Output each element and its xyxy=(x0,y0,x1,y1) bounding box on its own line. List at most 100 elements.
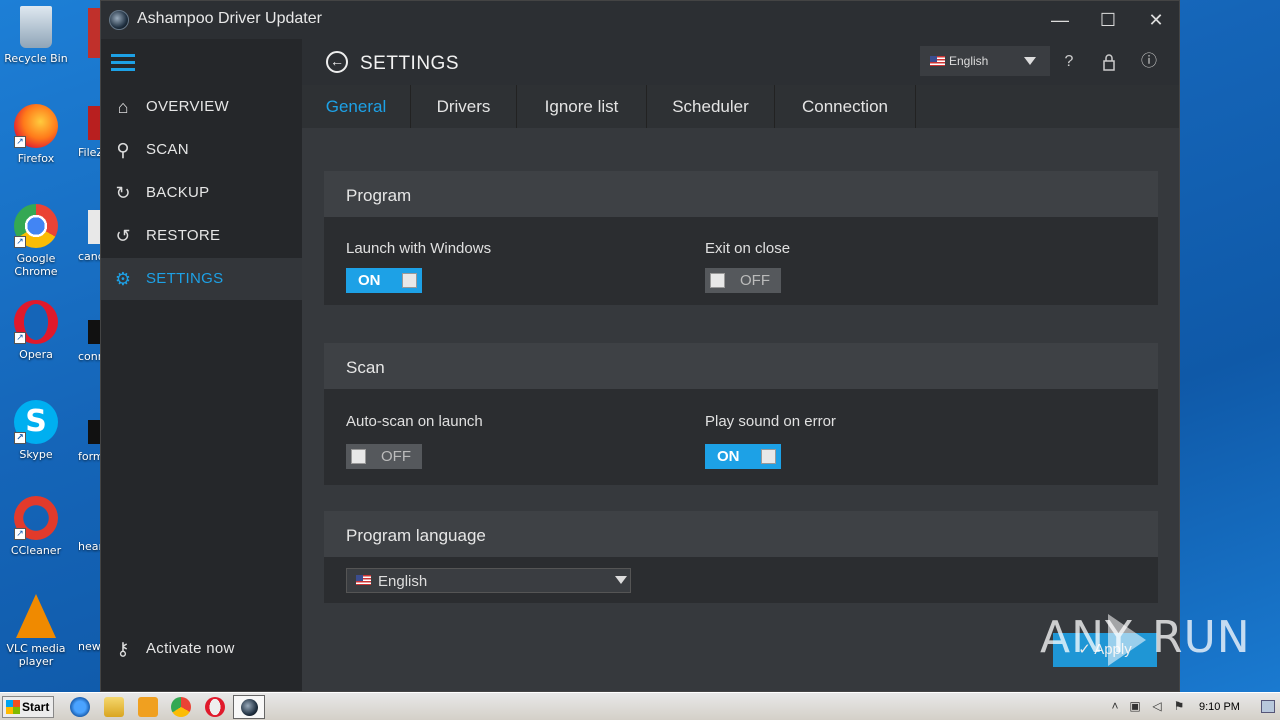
settings-content: Program Launch with Windows ON Exit on c… xyxy=(302,128,1179,691)
us-flag-icon xyxy=(356,575,371,585)
sidebar-item-label: BACKUP xyxy=(146,184,210,201)
toggle-state: ON xyxy=(358,272,381,289)
shortcut-arrow-icon: ↗ xyxy=(14,236,26,248)
file-icon xyxy=(88,320,100,344)
desktop-icon-recycle-bin[interactable]: Recycle Bin xyxy=(0,6,72,65)
lock-icon[interactable] xyxy=(1098,51,1120,73)
shortcut-arrow-icon: ↗ xyxy=(14,136,26,148)
close-button[interactable]: ✕ xyxy=(1133,5,1179,35)
firefox-icon: ↗ xyxy=(14,104,58,148)
gear-icon: ⚙ xyxy=(114,269,132,289)
network-icon[interactable]: ▣ xyxy=(1129,700,1141,713)
flag-icon[interactable]: ⚑ xyxy=(1173,700,1185,713)
desktop-icon-partial[interactable] xyxy=(78,8,100,64)
page-title: SETTINGS xyxy=(360,53,460,74)
shortcut-arrow-icon: ↗ xyxy=(14,528,26,540)
language-dropdown[interactable]: English xyxy=(920,46,1050,76)
desktop-icon-partial[interactable]: hear xyxy=(78,540,100,553)
windows-logo-icon xyxy=(6,700,20,714)
desktop-icon-partial[interactable]: form xyxy=(78,420,100,463)
auto-scan-toggle[interactable]: OFF xyxy=(346,444,422,469)
sidebar-item-restore[interactable]: ↺ RESTORE xyxy=(101,215,302,257)
menu-icon[interactable] xyxy=(111,54,135,72)
toggle-knob xyxy=(710,273,725,288)
opera-icon: ↗ xyxy=(14,300,58,344)
sidebar-item-settings[interactable]: ⚙ SETTINGS xyxy=(101,258,302,300)
desktop-icon-partial[interactable]: FileZ xyxy=(78,106,100,159)
file-icon xyxy=(88,210,100,244)
toggle-knob xyxy=(761,449,776,464)
show-desktop-icon[interactable] xyxy=(1261,700,1275,713)
scan-panel: Scan Auto-scan on launch OFF Play sound … xyxy=(324,343,1158,485)
chrome-taskbar-icon[interactable] xyxy=(171,697,191,717)
program-panel: Program Launch with Windows ON Exit on c… xyxy=(324,171,1158,305)
dropdown-arrow-icon xyxy=(615,576,627,584)
search-icon: ⚲ xyxy=(116,140,130,160)
toggle-state: OFF xyxy=(381,448,411,465)
tab-drivers[interactable]: Drivers xyxy=(411,85,517,128)
page-header: ← SETTINGS English ? ⓘ xyxy=(302,39,1179,85)
ashampoo-taskbar-button[interactable] xyxy=(233,695,265,719)
desktop-icon-label: cand xyxy=(78,250,100,263)
desktop-icon-label: hear xyxy=(78,540,100,553)
panel-title: Scan xyxy=(324,343,1158,389)
desktop-icon-partial[interactable]: cand xyxy=(78,210,100,263)
language-panel: Program language English xyxy=(324,511,1158,603)
desktop-icon-partial[interactable]: conn xyxy=(78,320,100,363)
program-language-select[interactable]: English xyxy=(346,568,631,593)
tab-connection[interactable]: Connection xyxy=(775,85,916,128)
volume-icon[interactable]: ◁ xyxy=(1151,700,1163,713)
desktop-icon-ccleaner[interactable]: ↗ CCleaner xyxy=(0,496,72,557)
desktop-icon-chrome[interactable]: ↗ Google Chrome xyxy=(0,204,72,278)
back-arrow-icon[interactable]: ← xyxy=(326,51,348,73)
desktop-icon-firefox[interactable]: ↗ Firefox xyxy=(0,104,72,165)
desktop-icon-vlc[interactable]: VLC media player xyxy=(0,594,72,668)
desktop-icon-label: Recycle Bin xyxy=(4,52,68,65)
desktop-icon-label: Google Chrome xyxy=(14,252,58,278)
ie-icon[interactable] xyxy=(70,697,90,717)
media-player-icon[interactable] xyxy=(138,697,158,717)
clock[interactable]: 9:10 PM xyxy=(1199,701,1240,713)
exit-on-close-toggle[interactable]: OFF xyxy=(705,268,781,293)
sidebar-item-label: RESTORE xyxy=(146,227,221,244)
toggle-knob xyxy=(351,449,366,464)
exit-on-close-label: Exit on close xyxy=(705,240,791,257)
launch-with-windows-toggle[interactable]: ON xyxy=(346,268,422,293)
minimize-button[interactable]: — xyxy=(1037,5,1083,35)
desktop-icon-skype[interactable]: S ↗ Skype xyxy=(0,400,72,461)
chrome-icon: ↗ xyxy=(14,204,58,248)
opera-taskbar-icon[interactable] xyxy=(205,697,225,717)
title-bar[interactable]: Ashampoo Driver Updater — ☐ ✕ xyxy=(101,1,1179,39)
tab-ignore-list[interactable]: Ignore list xyxy=(517,85,647,128)
explorer-icon[interactable] xyxy=(104,697,124,717)
tab-general[interactable]: General xyxy=(302,85,411,128)
desktop-icon-opera[interactable]: ↗ Opera xyxy=(0,300,72,361)
desktop-icon-label: Skype xyxy=(19,448,53,461)
play-sound-toggle[interactable]: ON xyxy=(705,444,781,469)
help-icon[interactable]: ? xyxy=(1058,51,1080,73)
launch-with-windows-label: Launch with Windows xyxy=(346,240,492,257)
sidebar: ⌂ OVERVIEW ⚲ SCAN ↻ BACKUP ↺ RESTORE ⚙ S… xyxy=(101,39,302,691)
sidebar-item-overview[interactable]: ⌂ OVERVIEW xyxy=(101,86,302,128)
backup-icon: ↻ xyxy=(115,183,131,203)
sidebar-item-scan[interactable]: ⚲ SCAN xyxy=(101,129,302,171)
recycle-bin-icon xyxy=(20,6,52,48)
desktop-icon-label: conn xyxy=(78,350,100,363)
start-button[interactable]: Start xyxy=(2,696,54,718)
sidebar-item-backup[interactable]: ↻ BACKUP xyxy=(101,172,302,214)
start-label: Start xyxy=(22,700,50,714)
desktop-icon-label: VLC media player xyxy=(6,642,66,668)
panel-title: Program xyxy=(324,171,1158,217)
desktop-icon-partial[interactable]: new xyxy=(78,640,100,653)
language-dropdown-value: English xyxy=(949,54,989,68)
info-icon[interactable]: ⓘ xyxy=(1138,51,1160,73)
toggle-state: ON xyxy=(717,448,740,465)
maximize-button[interactable]: ☐ xyxy=(1085,5,1131,35)
tab-scheduler[interactable]: Scheduler xyxy=(647,85,775,128)
play-sound-label: Play sound on error xyxy=(705,413,836,430)
activate-now-link[interactable]: ⚷ Activate now xyxy=(101,628,302,670)
tray-expand-icon[interactable]: ˄ xyxy=(1109,700,1121,713)
shortcut-arrow-icon: ↗ xyxy=(14,332,26,344)
window-title: Ashampoo Driver Updater xyxy=(137,10,322,27)
app-icon xyxy=(88,8,100,58)
